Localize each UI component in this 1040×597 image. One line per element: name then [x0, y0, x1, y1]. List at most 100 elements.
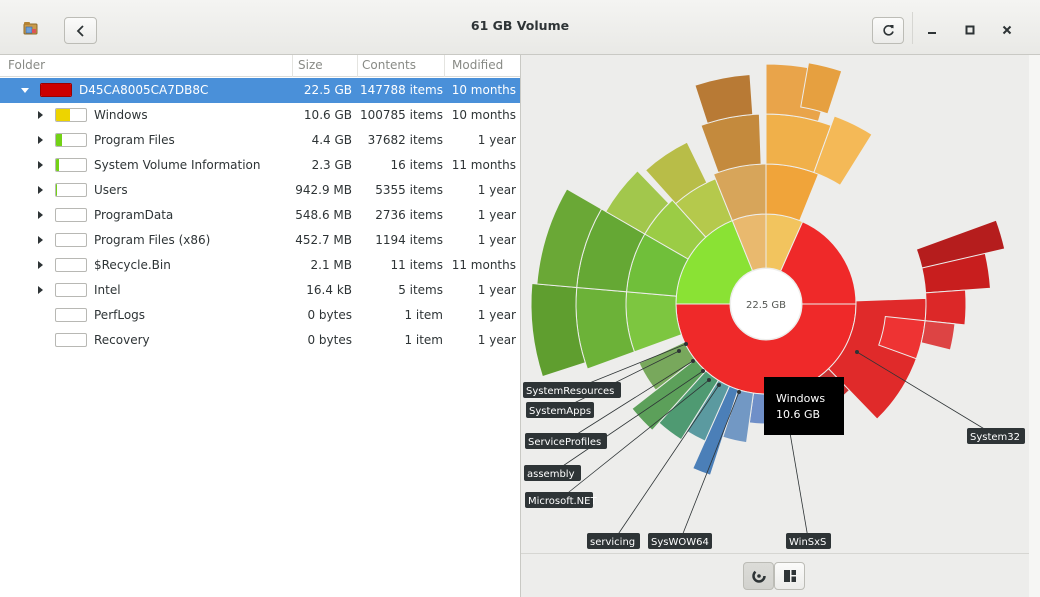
folder-modified: 11 months — [451, 258, 516, 272]
column-modified[interactable]: Modified — [452, 58, 503, 72]
usage-bar — [55, 258, 87, 272]
folder-name: PerfLogs — [94, 308, 146, 322]
folder-row[interactable]: Recovery 0 bytes 1 item 1 year — [0, 328, 520, 353]
folder-contents: 37682 items — [367, 133, 443, 147]
expander-arrow-icon[interactable] — [38, 161, 43, 169]
label-anchor-dot — [717, 383, 721, 387]
usage-bar-fill — [56, 184, 58, 196]
treemap-chart-icon — [783, 570, 796, 582]
folder-name: Users — [94, 183, 128, 197]
folder-contents: 5 items — [398, 283, 443, 297]
folder-row[interactable]: ProgramData 548.6 MB 2736 items 1 year — [0, 203, 520, 228]
folder-name: Recovery — [94, 333, 150, 347]
usage-bar — [55, 308, 87, 322]
folder-modified: 1 year — [477, 333, 516, 347]
label-anchor-dot — [677, 349, 681, 353]
column-size[interactable]: Size — [298, 58, 323, 72]
folder-row[interactable]: Program Files 4.4 GB 37682 items 1 year — [0, 128, 520, 153]
chart-label-systemapps: SystemApps — [526, 402, 594, 418]
usage-bar-fill — [56, 159, 59, 171]
ring-chart-button[interactable] — [743, 562, 774, 590]
usage-bar — [55, 283, 87, 297]
ring-chart-panel[interactable]: 22.5 GB SystemResources SystemApps ServiceP… — [521, 55, 1029, 553]
maximize-button[interactable] — [960, 20, 980, 40]
column-folder[interactable]: Folder — [8, 58, 45, 72]
chart-label-systemresources: SystemResources — [523, 382, 621, 398]
segment-tooltip: Windows 10.6 GB — [764, 377, 844, 435]
maximize-icon — [965, 25, 975, 35]
ring-center-label: 22.5 GB — [746, 300, 786, 311]
folder-modified: 1 year — [477, 233, 516, 247]
expander-arrow-icon[interactable] — [38, 236, 43, 244]
folder-row[interactable]: $Recycle.Bin 2.1 MB 11 items 11 months — [0, 253, 520, 278]
folder-size: 10.6 GB — [303, 108, 352, 122]
reload-button[interactable] — [872, 17, 904, 44]
folder-size: 0 bytes — [307, 308, 352, 322]
tooltip-size: 10.6 GB — [776, 408, 820, 421]
folder-size: 452.7 MB — [295, 233, 352, 247]
folder-modified: 1 year — [477, 208, 516, 222]
folder-name: Intel — [94, 283, 121, 297]
folder-modified: 11 months — [451, 158, 516, 172]
folder-name: Program Files — [94, 133, 175, 147]
close-icon — [1002, 25, 1012, 35]
tooltip-name: Windows — [776, 392, 825, 405]
folder-row[interactable]: Intel 16.4 kB 5 items 1 year — [0, 278, 520, 303]
folder-contents: 11 items — [390, 258, 443, 272]
chart-label-text: WinSxS — [789, 537, 826, 548]
expander-arrow-icon[interactable] — [21, 88, 29, 93]
chart-label-syswow64: SysWOW64 — [648, 533, 712, 549]
column-contents[interactable]: Contents — [362, 58, 416, 72]
folder-row[interactable]: Windows 10.6 GB 100785 items 10 months — [0, 103, 520, 128]
segment-system32-child[interactable] — [920, 320, 956, 351]
chart-type-bar — [521, 553, 1029, 597]
segment-system32-child[interactable] — [924, 289, 967, 326]
folder-row[interactable]: Users 942.9 MB 5355 items 1 year — [0, 178, 520, 203]
folder-modified: 1 year — [477, 183, 516, 197]
usage-bar — [55, 133, 87, 147]
expander-arrow-icon[interactable] — [38, 211, 43, 219]
folder-size: 0 bytes — [307, 333, 352, 347]
segment-users-child[interactable] — [800, 62, 843, 115]
folder-name: D45CA8005CA7DB8C — [79, 83, 209, 97]
label-anchor-dot — [707, 378, 711, 382]
chart-label-text: assembly — [527, 469, 575, 480]
folder-name: Program Files (x86) — [94, 233, 211, 247]
chart-label-text: System32 — [970, 432, 1020, 443]
chart-label-text: ServiceProfiles — [528, 437, 601, 448]
segment-users-child[interactable] — [765, 163, 820, 222]
folder-modified: 10 months — [451, 108, 516, 122]
ring-chart[interactable]: 22.5 GB SystemResources SystemApps ServiceP… — [521, 55, 1029, 553]
folder-modified: 1 year — [477, 308, 516, 322]
expander-arrow-icon[interactable] — [38, 286, 43, 294]
folder-row[interactable]: PerfLogs 0 bytes 1 item 1 year — [0, 303, 520, 328]
chart-label-text: SystemApps — [529, 406, 591, 417]
close-button[interactable] — [997, 20, 1017, 40]
segment-pf-child[interactable] — [625, 291, 683, 353]
expander-arrow-icon[interactable] — [38, 261, 43, 269]
reload-icon — [882, 25, 894, 36]
folder-row[interactable]: System Volume Information 2.3 GB 16 items 1… — [0, 153, 520, 178]
folder-tree-view[interactable]: Folder Size Contents Modified D45CA8005C… — [0, 55, 521, 597]
segment-pf-child[interactable] — [575, 286, 636, 370]
usage-bar — [55, 233, 87, 247]
folder-contents: 2736 items — [375, 208, 443, 222]
chart-label-text: servicing — [590, 537, 635, 548]
folder-contents: 100785 items — [360, 108, 443, 122]
usage-bar — [55, 183, 87, 197]
expander-arrow-icon[interactable] — [38, 186, 43, 194]
folder-row[interactable]: Program Files (x86) 452.7 MB 1194 items 1 y… — [0, 228, 520, 253]
ring-chart-icon — [751, 569, 766, 583]
expander-arrow-icon[interactable] — [38, 111, 43, 119]
treemap-chart-button[interactable] — [774, 562, 805, 590]
folder-contents: 1 item — [404, 308, 443, 322]
usage-bar — [40, 83, 72, 97]
expander-arrow-icon[interactable] — [38, 136, 43, 144]
folder-row[interactable]: D45CA8005CA7DB8C 22.5 GB 147788 items 10 mo… — [0, 78, 520, 103]
folder-name: $Recycle.Bin — [94, 258, 171, 272]
folder-contents: 16 items — [390, 158, 443, 172]
folder-size: 548.6 MB — [295, 208, 352, 222]
chart-label-winsxs: WinSxS — [786, 533, 831, 549]
chart-label-assembly: assembly — [524, 465, 581, 481]
minimize-button[interactable] — [922, 20, 942, 40]
